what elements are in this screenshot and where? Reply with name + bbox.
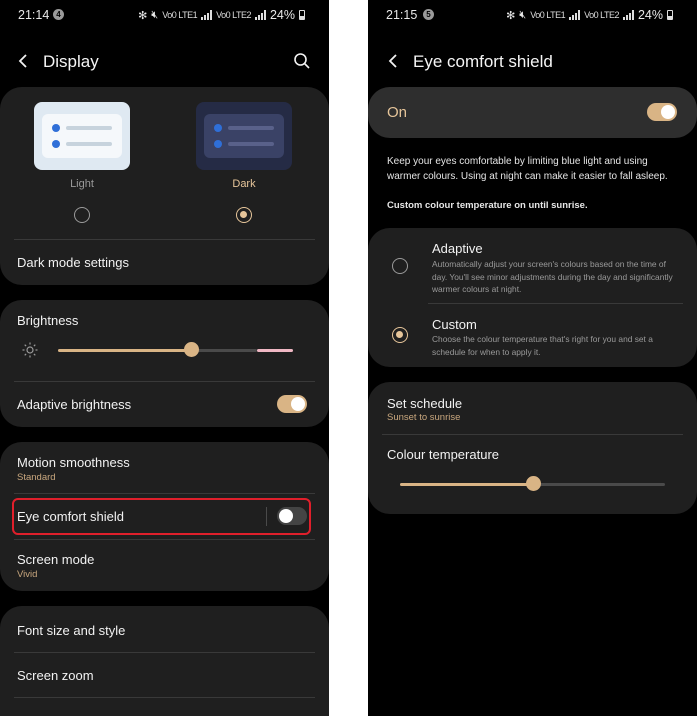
divider <box>14 493 315 494</box>
eye-comfort-shield-screen: 21:15 5 ✻ 🔇︎ Vo0 LTE1 Vo0 LTE2 24% Eye c… <box>368 0 697 716</box>
custom-description: Choose the colour temperature that's rig… <box>432 334 653 357</box>
brightness-slider-thumb[interactable] <box>184 342 199 357</box>
notification-badge: 5 <box>423 9 434 20</box>
adaptive-option[interactable]: Adaptive Automatically adjust your scree… <box>368 228 697 302</box>
motion-smoothness-label: Motion smoothness <box>17 455 130 470</box>
battery-label: 24% <box>637 8 663 22</box>
motion-smoothness-value: Standard <box>17 472 56 483</box>
battery-label: 24% <box>269 8 295 22</box>
display-options-card: Motion smoothness Standard Eye comfort s… <box>0 442 329 591</box>
mute-icon: 🔇︎ <box>151 8 159 21</box>
light-theme-radio[interactable] <box>74 207 90 223</box>
dark-mode-settings-row[interactable]: Dark mode settings <box>0 240 329 285</box>
status-time: 21:14 <box>18 8 50 22</box>
dark-theme-radio[interactable] <box>236 207 252 223</box>
mode-options-card: Adaptive Automatically adjust your scree… <box>368 228 697 367</box>
bluetooth-icon: ✻ <box>506 9 516 22</box>
divider <box>14 697 315 698</box>
signal-icon-2 <box>622 10 634 20</box>
adaptive-brightness-row[interactable]: Adaptive brightness <box>0 382 329 427</box>
network-2-label: Vo0 LTE2 <box>584 10 619 20</box>
brightness-extra-range <box>257 349 293 352</box>
master-switch-label: On <box>387 104 408 121</box>
battery-icon <box>299 10 305 20</box>
sun-icon <box>22 342 38 358</box>
mute-icon: 🔇︎ <box>519 8 527 21</box>
eye-comfort-shield-toggle[interactable] <box>277 507 307 525</box>
feature-description: Keep your eyes comfortable by limiting b… <box>387 156 668 182</box>
font-size-label: Font size and style <box>17 623 126 638</box>
app-bar: Eye comfort shield <box>368 44 697 80</box>
signal-icon <box>569 10 581 20</box>
notification-badge: 4 <box>53 9 64 20</box>
set-schedule-label: Set schedule <box>387 396 463 411</box>
brightness-card: Brightness Adaptive brightness <box>0 300 329 427</box>
adaptive-brightness-toggle[interactable] <box>277 395 307 413</box>
screen-mode-label: Screen mode <box>17 552 95 567</box>
light-theme-preview[interactable] <box>34 102 130 170</box>
adaptive-radio[interactable] <box>392 258 408 274</box>
search-icon[interactable] <box>293 52 311 70</box>
page-title: Display <box>43 52 99 71</box>
brightness-label: Brightness <box>17 313 79 328</box>
custom-title: Custom <box>432 317 477 332</box>
colour-temperature-slider-thumb[interactable] <box>526 476 541 491</box>
signal-icon <box>201 10 213 20</box>
dark-theme-preview[interactable] <box>196 102 292 170</box>
master-switch-toggle[interactable] <box>647 103 677 121</box>
divider <box>382 434 683 435</box>
screen-zoom-row[interactable]: Screen zoom <box>0 653 329 698</box>
brightness-slider[interactable] <box>58 340 293 360</box>
custom-option[interactable]: Custom Choose the colour temperature tha… <box>368 304 697 367</box>
signal-icon-2 <box>254 10 266 20</box>
adaptive-brightness-label: Adaptive brightness <box>17 397 132 412</box>
network-1-label: Vo0 LTE1 <box>162 10 198 20</box>
page-title: Eye comfort shield <box>413 52 553 71</box>
schedule-card: Set schedule Sunset to sunrise Colour te… <box>368 382 697 514</box>
font-size-row[interactable]: Font size and style <box>0 606 329 651</box>
motion-smoothness-row[interactable]: Motion smoothness Standard <box>0 442 329 492</box>
set-schedule-row[interactable]: Set schedule Sunset to sunrise <box>368 382 697 434</box>
master-switch-bar[interactable]: On <box>368 87 697 138</box>
status-bar: 21:14 4 ✻ 🔇︎ Vo0 LTE1 Vo0 LTE2 24% <box>0 0 329 30</box>
colour-temperature-label: Colour temperature <box>387 447 499 462</box>
set-schedule-value: Sunset to sunrise <box>387 412 461 423</box>
colour-temperature-slider[interactable] <box>400 474 665 494</box>
screen-mode-value: Vivid <box>17 569 38 580</box>
eye-comfort-shield-row[interactable]: Eye comfort shield <box>0 498 329 535</box>
status-bar: 21:15 5 ✻ 🔇︎ Vo0 LTE1 Vo0 LTE2 24% <box>368 0 697 30</box>
dark-theme-label: Dark <box>232 178 256 190</box>
custom-radio[interactable] <box>392 327 408 343</box>
font-zoom-card: Font size and style Screen zoom <box>0 606 329 716</box>
display-settings-screen: 21:14 4 ✻ 🔇︎ Vo0 LTE1 Vo0 LTE2 24% Displ… <box>0 0 329 716</box>
adaptive-description: Automatically adjust your screen's colou… <box>432 259 673 294</box>
back-arrow-icon[interactable] <box>14 52 32 70</box>
eye-comfort-shield-label: Eye comfort shield <box>17 509 124 524</box>
back-arrow-icon[interactable] <box>384 52 402 70</box>
bluetooth-icon: ✻ <box>138 9 148 22</box>
screen-mode-row[interactable]: Screen mode Vivid <box>0 540 329 591</box>
adaptive-title: Adaptive <box>432 241 483 256</box>
network-2-label: Vo0 LTE2 <box>216 10 251 20</box>
network-1-label: Vo0 LTE1 <box>530 10 566 20</box>
light-theme-label: Light <box>70 178 94 190</box>
dark-mode-settings-label: Dark mode settings <box>17 255 129 270</box>
status-time: 21:15 <box>386 8 418 22</box>
custom-temperature-note: Custom colour temperature on until sunri… <box>387 200 588 211</box>
battery-icon <box>667 10 673 20</box>
app-bar: Display <box>0 44 329 80</box>
theme-card: Light Dark Dark mode settings <box>0 87 329 285</box>
vertical-divider <box>266 507 267 526</box>
screen-zoom-label: Screen zoom <box>17 668 94 683</box>
